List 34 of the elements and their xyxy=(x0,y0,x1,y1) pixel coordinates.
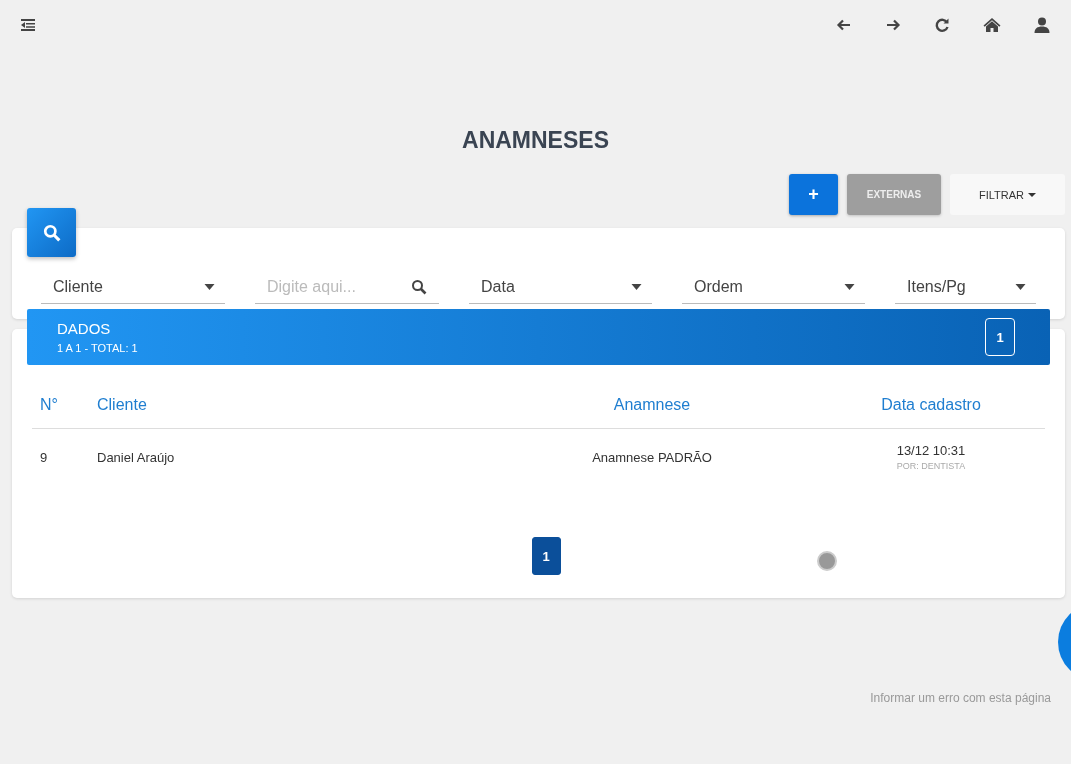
select-field[interactable]: Data xyxy=(469,270,652,304)
user-icon[interactable] xyxy=(1034,17,1050,33)
refresh-icon[interactable] xyxy=(934,17,950,33)
table-cell: Daniel Araújo xyxy=(97,449,175,465)
loading-dot xyxy=(817,551,837,571)
forward-arrow-icon[interactable] xyxy=(885,17,901,33)
result-count: 1 A 1 - TOTAL: 1 xyxy=(57,342,138,354)
home-icon[interactable] xyxy=(983,17,1001,33)
menu-icon[interactable] xyxy=(20,17,36,33)
page-button[interactable]: 1 xyxy=(531,537,561,575)
search-icon xyxy=(411,279,427,295)
column-header[interactable]: N° xyxy=(40,395,58,413)
search-field[interactable]: Digite aqui... xyxy=(255,270,439,304)
caret-icon xyxy=(1015,283,1026,290)
back-arrow-icon[interactable] xyxy=(836,17,852,33)
table-cell: 13/12 10:31 xyxy=(896,443,966,458)
caret-icon xyxy=(204,283,215,290)
page-title: ANAMNESES xyxy=(461,127,610,155)
select-field[interactable]: Itens/Pg xyxy=(895,270,1036,304)
column-header[interactable]: Data cadastro xyxy=(881,395,981,413)
select-field[interactable]: Cliente xyxy=(41,270,225,304)
caret-icon xyxy=(631,283,642,290)
table-cell: Anamnese PADRÃO xyxy=(592,449,712,465)
table-cell: 9 xyxy=(40,449,48,465)
author-label: POR: DENTISTA xyxy=(896,461,966,471)
filter-dropdown-button[interactable]: FILTRAR xyxy=(950,174,1065,215)
caret-icon xyxy=(844,283,855,290)
add-button[interactable]: + xyxy=(789,174,838,215)
column-header[interactable]: Anamnese xyxy=(613,395,691,413)
search-icon xyxy=(42,223,61,242)
section-title: DADOS xyxy=(57,320,112,337)
select-field[interactable]: Ordem xyxy=(682,270,865,304)
column-header[interactable]: Cliente xyxy=(97,395,147,413)
page-count-button[interactable]: 1 xyxy=(985,318,1015,356)
